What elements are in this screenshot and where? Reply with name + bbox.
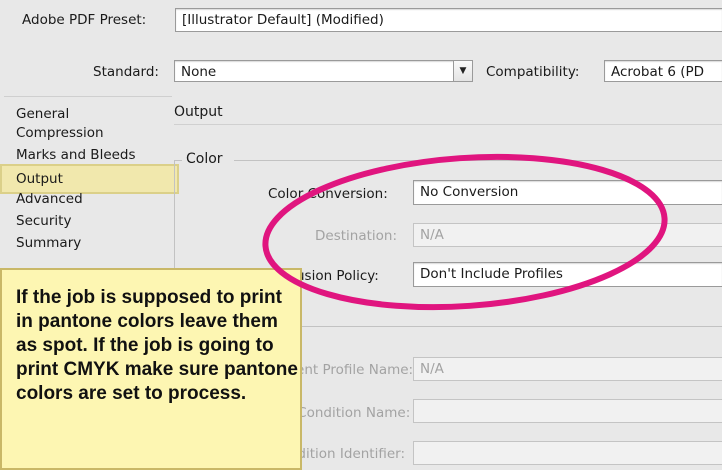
color-conversion-label: Color Conversion: [268, 186, 388, 202]
standard-label: Standard: [93, 64, 159, 80]
sidebar-item-general[interactable]: General [16, 105, 69, 123]
sidebar-item-compression[interactable]: Compression [16, 124, 104, 142]
sidebar-item-marks-and-bleeds[interactable]: Marks and Bleeds [16, 146, 136, 164]
compatibility-label: Compatibility: [486, 64, 580, 80]
profile-policy-dropdown[interactable]: Don't Include Profiles [413, 262, 722, 287]
output-intent-profile-dropdown: N/A [413, 357, 722, 381]
destination-dropdown: N/A [413, 223, 722, 247]
color-group-title: Color [186, 151, 223, 167]
sidebar-item-security[interactable]: Security [16, 212, 71, 230]
standard-dropdown[interactable]: None [174, 60, 454, 82]
triangle-down-icon[interactable]: ▼ [453, 60, 473, 82]
sidebar-item-output[interactable]: Output [16, 170, 63, 188]
annotation-note: If the job is supposed to print in panto… [0, 268, 302, 470]
section-title: Output [174, 104, 223, 120]
color-conversion-dropdown[interactable]: No Conversion [413, 180, 722, 205]
output-condition-identifier-field [413, 441, 722, 465]
sidebar-item-summary[interactable]: Summary [16, 234, 81, 252]
output-condition-name-field [413, 399, 722, 423]
sidebar-item-advanced[interactable]: Advanced [16, 190, 83, 208]
destination-label: Destination: [315, 228, 398, 244]
preset-label: Adobe PDF Preset: [22, 12, 147, 28]
preset-dropdown[interactable]: [Illustrator Default] (Modified) [175, 8, 722, 32]
compatibility-dropdown[interactable]: Acrobat 6 (PD [604, 60, 722, 82]
